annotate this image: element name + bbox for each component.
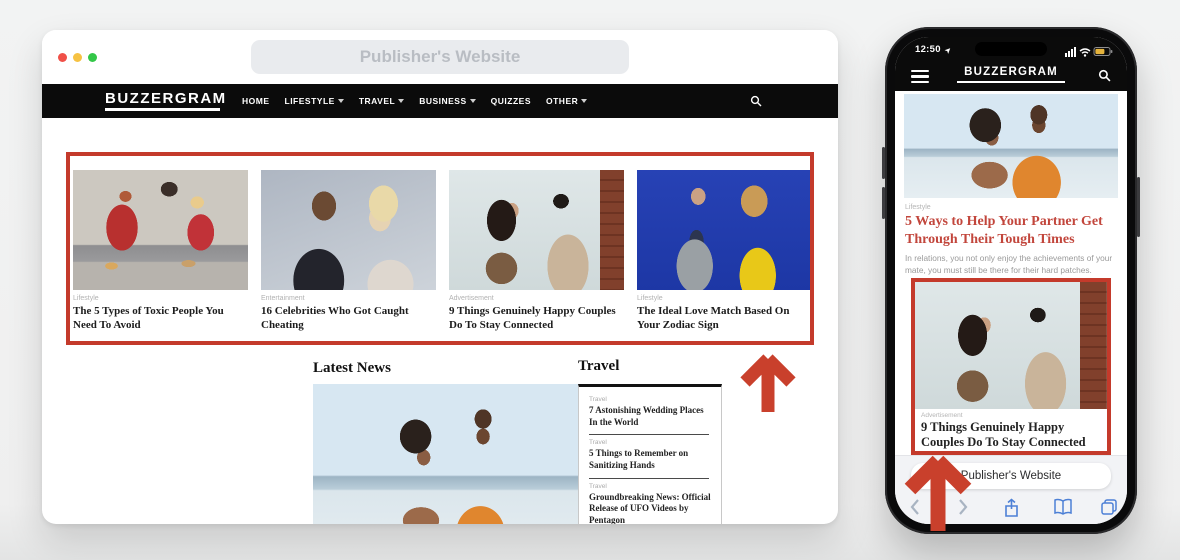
article-category: Entertainment — [261, 295, 436, 302]
logo-underline — [105, 108, 220, 111]
nav-item-label: QUIZZES — [491, 96, 531, 106]
item-title[interactable]: 5 Things to Remember on Sanitizing Hands — [589, 448, 711, 471]
ad-thumbnail[interactable] — [915, 282, 1107, 409]
site-logo[interactable]: BUZZERGRAM — [105, 90, 227, 107]
article-category: Lifestyle — [73, 295, 248, 302]
ad-title[interactable]: 9 Things Genuinely Happy Couples Do To S… — [921, 420, 1101, 450]
phone-site-logo[interactable]: BUZZERGRAM — [895, 66, 1127, 78]
maximize-window-button[interactable] — [88, 53, 97, 62]
close-window-button[interactable] — [58, 53, 67, 62]
browser-window: Publisher's Website BUZZERGRAM HOME LIFE… — [42, 30, 838, 524]
item-category: Travel — [589, 396, 711, 403]
list-item[interactable]: Travel 5 Things to Remember on Sanitizin… — [589, 439, 711, 478]
item-title[interactable]: Groundbreaking News: Official Release of… — [589, 492, 711, 524]
location-arrow-icon: ➤ — [942, 45, 953, 56]
sponsored-card-highlight-box[interactable]: Advertisement 9 Things Genuinely Happy C… — [911, 278, 1111, 455]
phone-status-bar: 12:50 ➤ — [895, 37, 1127, 61]
article-card-row: Lifestyle The 5 Types of Toxic People Yo… — [73, 170, 812, 333]
list-item[interactable]: Travel 7 Astonishing Wedding Places In t… — [589, 396, 711, 435]
status-time: 12:50 ➤ — [915, 44, 951, 55]
latest-news-thumbnail[interactable] — [313, 384, 583, 524]
phone-site-header: BUZZERGRAM — [895, 61, 1127, 91]
search-icon[interactable] — [1098, 69, 1111, 87]
article-card[interactable]: Lifestyle The 5 Types of Toxic People Yo… — [73, 170, 248, 333]
section-heading: Travel — [578, 358, 619, 375]
nav-item-label: LIFESTYLE — [285, 96, 335, 106]
chevron-down-icon — [470, 99, 476, 103]
wifi-icon — [1080, 49, 1090, 57]
article-title[interactable]: 9 Things Genuinely Happy Couples Do To S… — [449, 305, 624, 333]
bookmarks-icon[interactable] — [1053, 498, 1073, 521]
browser-url-bar[interactable]: Publisher's Website — [251, 40, 629, 74]
nav-item-home[interactable]: HOME — [242, 96, 270, 106]
divider — [589, 478, 709, 479]
search-icon[interactable] — [750, 94, 762, 112]
logo-underline — [957, 81, 1065, 83]
article-title[interactable]: 16 Celebrities Who Got Caught Cheating — [261, 305, 436, 333]
article-title[interactable]: 5 Ways to Help Your Partner Get Through … — [905, 213, 1113, 248]
article-excerpt: In relations, you not only enjoy the ach… — [905, 252, 1113, 277]
nav-item-other[interactable]: OTHER — [546, 96, 587, 106]
article-thumbnail[interactable] — [449, 170, 624, 290]
chevron-down-icon — [581, 99, 587, 103]
article-card[interactable]: Entertainment 16 Celebrities Who Got Cau… — [261, 170, 436, 333]
share-icon[interactable] — [1003, 498, 1020, 523]
sponsored-article-card[interactable]: Advertisement 9 Things Genuinely Happy C… — [449, 170, 624, 333]
nav-item-travel[interactable]: TRAVEL — [359, 96, 404, 106]
phone-power-button — [1137, 177, 1140, 237]
nav-item-lifestyle[interactable]: LIFESTYLE — [285, 96, 344, 106]
travel-section: Travel — [578, 358, 619, 375]
item-title[interactable]: 7 Astonishing Wedding Places In the Worl… — [589, 405, 711, 428]
chevron-down-icon — [338, 99, 344, 103]
article-thumbnail[interactable] — [637, 170, 812, 290]
article-thumbnail[interactable] — [73, 170, 248, 290]
phone-volume-up-button — [882, 147, 885, 179]
site-navbar: BUZZERGRAM HOME LIFESTYLE TRAVEL BUSINES… — [42, 84, 838, 118]
status-icons — [1065, 44, 1113, 62]
dynamic-island — [975, 42, 1047, 56]
chevron-down-icon — [398, 99, 404, 103]
url-bar-text: Publisher's Website — [961, 470, 1061, 482]
nav-item-label: HOME — [242, 96, 270, 106]
travel-list: Travel 7 Astonishing Wedding Places In t… — [578, 384, 722, 524]
divider — [589, 434, 709, 435]
phone-volume-down-button — [882, 187, 885, 219]
browser-titlebar: Publisher's Website — [42, 30, 838, 84]
item-category: Travel — [589, 439, 711, 446]
nav-item-label: BUSINESS — [419, 96, 466, 106]
tabs-icon[interactable] — [1100, 498, 1118, 521]
article-category: Lifestyle — [637, 295, 812, 302]
section-heading: Latest News — [313, 360, 391, 377]
nav-menu: HOME LIFESTYLE TRAVEL BUSINESS QUIZZES O… — [242, 84, 587, 118]
article-category: Advertisement — [449, 295, 624, 302]
url-bar-text: Publisher's Website — [360, 47, 521, 67]
nav-item-label: TRAVEL — [359, 96, 395, 106]
article-card[interactable]: Lifestyle The Ideal Love Match Based On … — [637, 170, 812, 333]
article-title[interactable]: The 5 Types of Toxic People You Need To … — [73, 305, 248, 333]
annotation-arrow-up-icon — [901, 451, 975, 537]
annotation-arrow-up-icon — [738, 350, 798, 418]
minimize-window-button[interactable] — [73, 53, 82, 62]
ad-category: Advertisement — [921, 412, 1107, 419]
signal-icon — [1065, 47, 1076, 57]
article-thumbnail[interactable] — [261, 170, 436, 290]
window-controls — [58, 53, 97, 62]
article-title[interactable]: The Ideal Love Match Based On Your Zodia… — [637, 305, 812, 333]
article-category: Lifestyle — [905, 204, 931, 211]
nav-item-label: OTHER — [546, 96, 578, 106]
nav-item-business[interactable]: BUSINESS — [419, 96, 475, 106]
latest-news-section: Latest News — [313, 360, 391, 377]
item-category: Travel — [589, 483, 711, 490]
list-item[interactable]: Travel Groundbreaking News: Official Rel… — [589, 483, 711, 524]
battery-icon — [1094, 48, 1112, 56]
nav-item-quizzes[interactable]: QUIZZES — [491, 96, 531, 106]
page-background: Publisher's Website BUZZERGRAM HOME LIFE… — [0, 0, 1180, 560]
time-text: 12:50 — [915, 44, 941, 55]
article-thumbnail[interactable] — [904, 94, 1118, 198]
